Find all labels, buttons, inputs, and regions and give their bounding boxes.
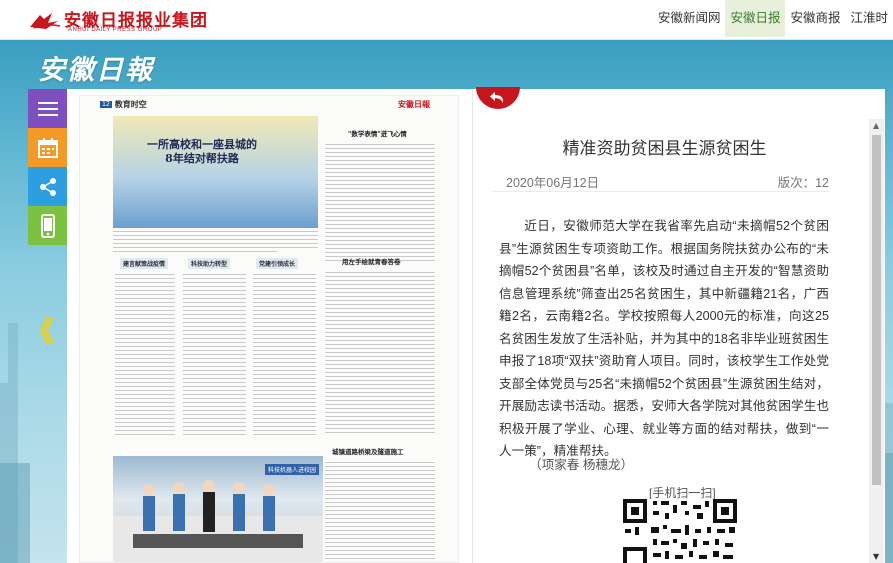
article-scrollbar[interactable]: ▲ ▼ <box>869 119 884 563</box>
article-date: 2020年06月12日 <box>506 176 600 190</box>
paper-right-column-middle <box>325 272 435 436</box>
paper-page-number: 12 <box>100 100 112 108</box>
nav-item-0[interactable]: 安徽新闻网 <box>653 0 726 37</box>
article-author: （项家春 杨穗龙） <box>529 458 634 472</box>
paper-subhead-1: 建言献策战疫情 <box>120 258 169 269</box>
paper-right-column-top <box>325 144 435 264</box>
scroll-thumb[interactable] <box>872 135 881 485</box>
article-body: 近日，安徽师范大学在我省率先启动“未摘帽52个贫困县”生源贫困生专项资助工作。根… <box>499 219 829 458</box>
article-page: 版次：12 <box>777 176 829 190</box>
logo-subtitle: ANHUI DAILY PRESS GROUP <box>68 27 163 33</box>
paper-subhead-2: 科技助力转型 <box>188 258 231 269</box>
paper-subhead-3: 党建引领成长 <box>256 258 299 269</box>
paper-masthead: 安徽日報 <box>398 98 430 109</box>
paper-right-headline-3: 城镇道路桥梁及隧道施工 <box>332 448 404 456</box>
paper-lead-image <box>113 116 318 228</box>
article-meta: 2020年06月12日 版次：12 <box>491 172 829 192</box>
share-sidebar <box>28 89 67 245</box>
qr-code-image <box>623 499 737 563</box>
calendar-icon <box>37 137 58 158</box>
paper-headline-line2: 8年结对帮扶路 <box>165 152 239 165</box>
newspaper-page-thumbnail[interactable]: 12 教育时空 安徽日報 一所高校和一座县城的 8年结对帮扶路 建言献策战疫情 … <box>79 95 459 563</box>
nav-item-2[interactable]: 安徽商报 <box>785 0 845 37</box>
mobile-icon <box>40 213 55 238</box>
menu-icon <box>37 101 58 116</box>
content-frame: 12 教育时空 安徽日報 一所高校和一座县城的 8年结对帮扶路 建言献策战疫情 … <box>67 87 885 563</box>
menu-button[interactable] <box>28 89 67 128</box>
paper-column-2 <box>183 274 246 438</box>
paper-right-headline-2: 用左手绘就青春答卷 <box>342 258 401 266</box>
paper-column-1 <box>115 274 175 438</box>
paper-header: 12 教育时空 安徽日報 <box>100 98 430 110</box>
nav-item-3[interactable]: 江淮时 <box>845 0 893 37</box>
paper-photo: 科技机器人进校园 <box>113 456 323 562</box>
top-nav: 安徽新闻网 安徽日报 安徽商报 江淮时 <box>653 0 893 37</box>
paper-right-column-bottom <box>325 462 435 562</box>
paper-photo-label: 科技机器人进校园 <box>264 464 319 475</box>
scroll-down-arrow-icon[interactable]: ▼ <box>873 552 879 561</box>
paper-right-headline-1: "数学表情"迸飞心情 <box>348 130 407 138</box>
share-icon <box>39 177 56 196</box>
paper-headline: 一所高校和一座县城的 8年结对帮扶路 <box>122 138 282 166</box>
article-panel: 精准资助贫困县生源贫困生 2020年06月12日 版次：12 近日，安徽师范大学… <box>487 89 869 563</box>
site-logo[interactable]: 安徽日报报业集团 ANHUI DAILY PRESS GROUP <box>28 8 208 34</box>
banner-title: 安徽日報 <box>38 55 154 86</box>
paper-section: 教育时空 <box>114 99 147 109</box>
paper-headline-line1: 一所高校和一座县城的 <box>147 138 257 151</box>
scroll-up-arrow-icon[interactable]: ▲ <box>873 121 879 130</box>
logo-icon <box>30 13 61 29</box>
mobile-button[interactable] <box>28 206 67 245</box>
nav-item-1[interactable]: 安徽日报 <box>725 0 786 37</box>
paper-column-3 <box>253 274 316 438</box>
top-bar: 安徽日报报业集团 ANHUI DAILY PRESS GROUP 安徽新闻网 安徽… <box>0 0 893 40</box>
paper-text-block <box>113 231 318 255</box>
previous-page-arrow[interactable]: 《 <box>26 310 54 350</box>
qr-code <box>623 499 737 563</box>
article-title: 精准资助贫困县生源贫困生 <box>562 139 767 158</box>
share-button[interactable] <box>28 167 67 206</box>
calendar-button[interactable] <box>28 128 67 167</box>
column-divider <box>472 89 473 563</box>
